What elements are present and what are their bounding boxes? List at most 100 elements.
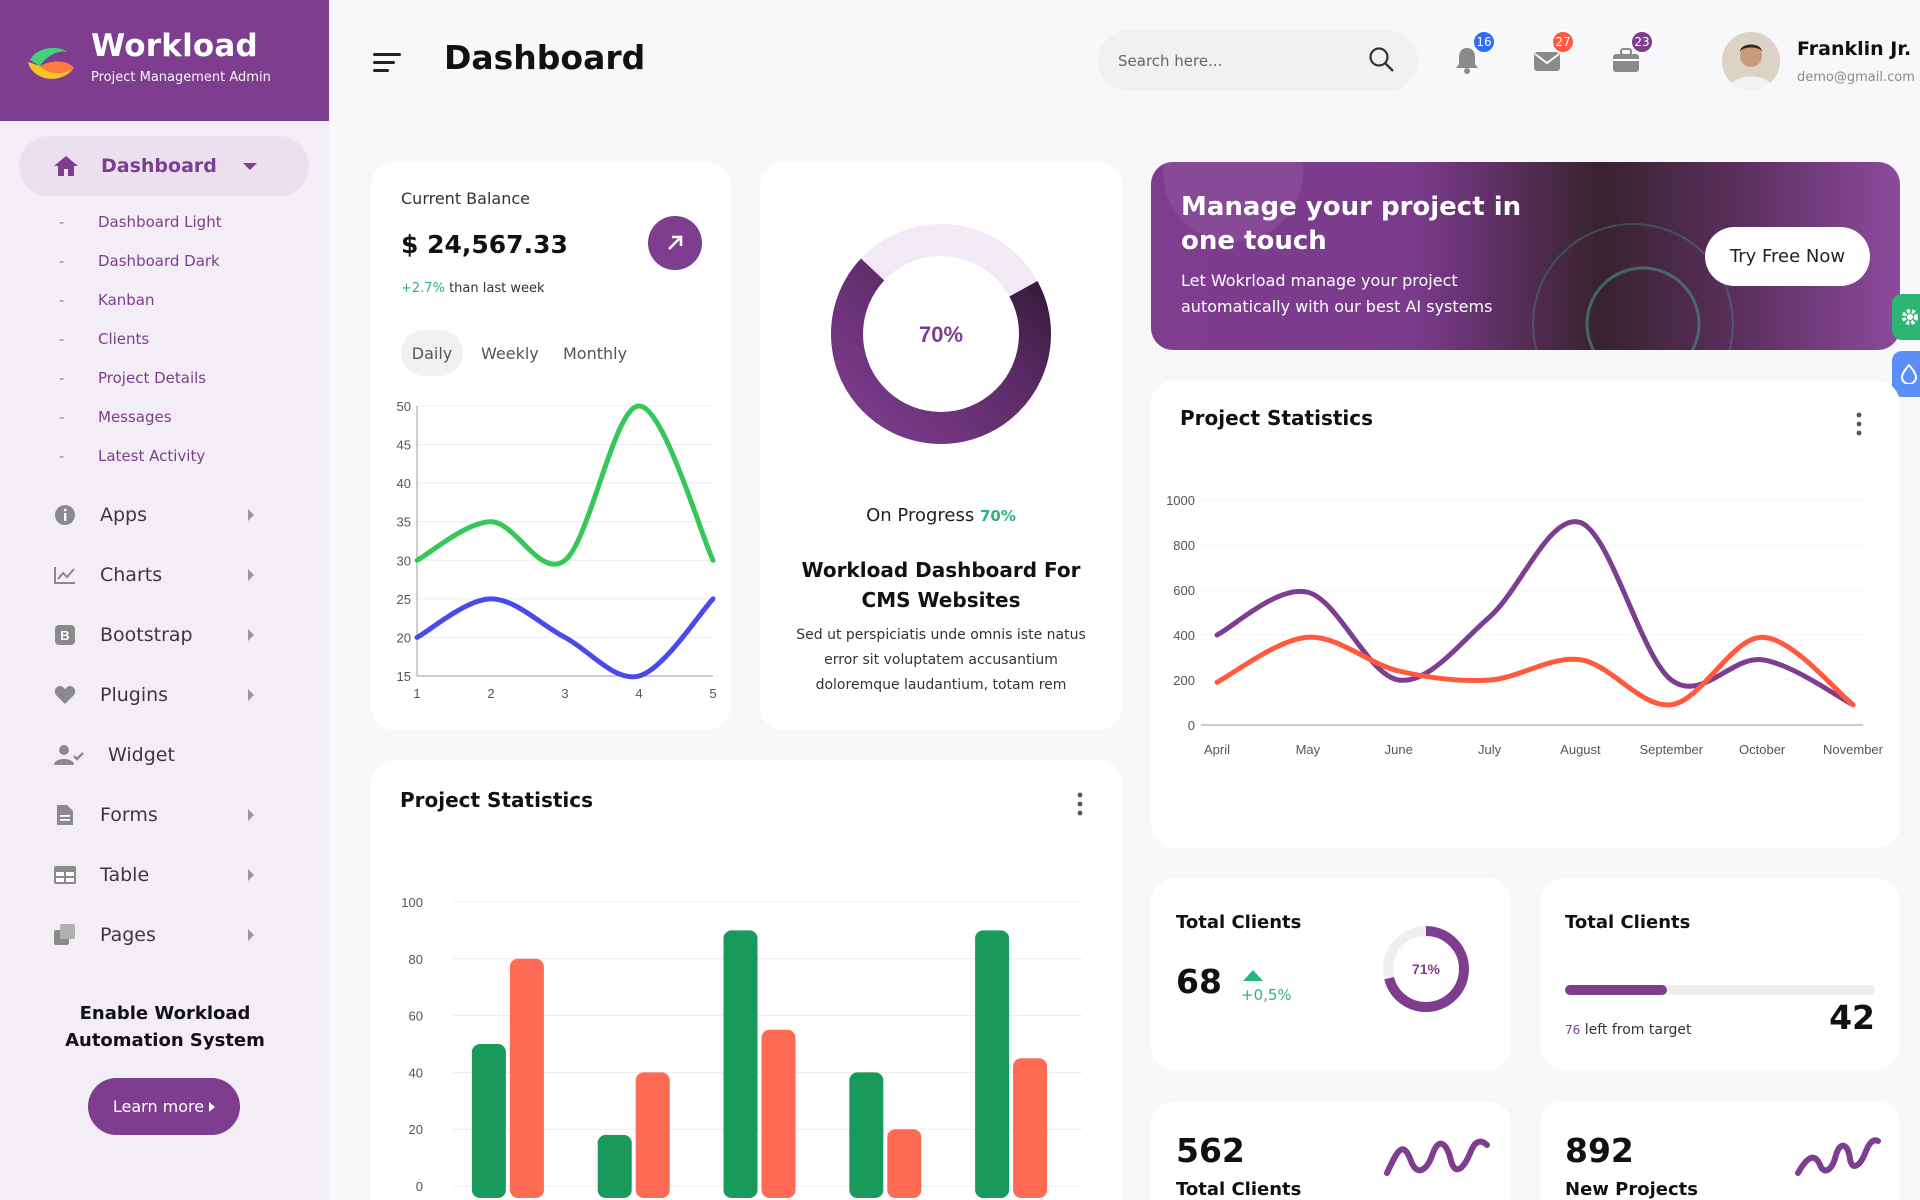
balance-card: Current Balance $ 24,567.33 +2.7% than l…	[371, 162, 731, 730]
tab-daily[interactable]: Daily	[401, 330, 463, 376]
tab-monthly[interactable]: Monthly	[551, 330, 639, 376]
card-title: Project Statistics	[1180, 406, 1374, 430]
chevron-right-icon	[248, 929, 254, 941]
brand[interactable]: Workload Project Management Admin	[0, 0, 329, 121]
chevron-right-icon	[248, 509, 254, 521]
submenu-latest-activity[interactable]: - Latest Activity	[59, 447, 205, 465]
mini-donut-label: 71%	[1412, 961, 1441, 977]
sidebar-item-widget[interactable]: Widget	[54, 735, 254, 775]
search-input[interactable]	[1118, 30, 1358, 91]
sidebar-item-pages[interactable]: Pages	[54, 915, 254, 955]
progress-title: Workload Dashboard For CMS Websites	[801, 558, 1081, 612]
card-title: Total Clients	[1176, 912, 1302, 933]
y-tick-label: 60	[409, 1009, 423, 1024]
app: Workload Project Management Admin Dashbo…	[0, 0, 1920, 1200]
clients-progress-value: 42	[1829, 998, 1875, 1037]
logo-icon	[28, 47, 74, 79]
y-tick-label: 100	[401, 895, 423, 910]
x-tick-label: 1	[413, 686, 420, 701]
bar	[887, 1129, 922, 1198]
total-value: 562	[1176, 1131, 1245, 1170]
submenu-kanban[interactable]: - Kanban	[59, 291, 155, 309]
balance-change: +2.7% than last week	[401, 281, 544, 296]
sidebar-item-bootstrap[interactable]: B Bootstrap	[54, 615, 254, 655]
submenu-clients[interactable]: - Clients	[59, 330, 149, 348]
y-tick-label: 800	[1173, 538, 1195, 553]
y-tick-label: 15	[397, 669, 411, 684]
series-line-2	[1214, 634, 1856, 708]
sidebar-item-label: Charts	[100, 564, 163, 586]
submenu-label: Dashboard Dark	[98, 252, 220, 270]
total-value: 892	[1565, 1131, 1634, 1170]
menu-icon[interactable]	[373, 52, 401, 74]
banner-description: Let Wokrload manage your project automat…	[1181, 271, 1493, 316]
progress-status-label: On Progress	[866, 505, 975, 526]
x-tick-label: 2	[487, 686, 494, 701]
sidebar-item-label: Apps	[100, 504, 148, 526]
sidebar-item-table[interactable]: Table	[54, 855, 254, 895]
x-tick-label: September	[1639, 742, 1703, 757]
copy-icon	[54, 924, 76, 946]
sidebar-item-charts[interactable]: Charts	[54, 555, 254, 595]
brand-name: Workload	[91, 28, 258, 64]
y-tick-label: 1000	[1166, 493, 1195, 508]
project-stats-bar-card: Project Statistics 100 80 60 40 20 0	[371, 760, 1122, 1200]
y-tick-label: 35	[397, 515, 411, 530]
try-free-button[interactable]: Try Free Now	[1705, 227, 1870, 286]
bar	[849, 1072, 884, 1198]
sidebar-item-forms[interactable]: Forms	[54, 795, 254, 835]
series-line-1	[414, 403, 716, 567]
y-tick-label: 20	[397, 630, 411, 645]
notifications-badge: 16	[1472, 30, 1496, 54]
more-options-icon[interactable]	[1077, 792, 1083, 816]
submenu-project-details[interactable]: - Project Details	[59, 369, 206, 387]
tab-weekly[interactable]: Weekly	[469, 330, 551, 376]
y-tick-label: 40	[409, 1065, 423, 1080]
project-stats-bar-chart: 100 80 60 40 20 0	[401, 895, 1082, 1198]
y-tick-label: 400	[1173, 628, 1195, 643]
chevron-right-icon	[248, 689, 254, 701]
target-remaining-number: 76	[1565, 1023, 1581, 1037]
submenu-messages[interactable]: - Messages	[59, 408, 172, 426]
learn-more-button[interactable]: Learn more	[88, 1078, 240, 1135]
drop-icon	[1901, 364, 1917, 384]
submenu-label: Kanban	[98, 291, 155, 309]
total-clients-card: 562 Total Clients	[1151, 1101, 1511, 1200]
sparkline	[1795, 1137, 1881, 1176]
submenu-label: Latest Activity	[98, 447, 206, 465]
banner-title: Manage your project in one touch	[1181, 192, 1522, 256]
sidebar-item-label: Forms	[100, 804, 158, 826]
user-name: Franklin Jr.	[1797, 38, 1912, 60]
gear-icon	[1902, 309, 1918, 325]
bar	[635, 1072, 670, 1198]
submenu-dashboard-dark[interactable]: - Dashboard Dark	[59, 252, 220, 270]
settings-tab[interactable]	[1892, 294, 1920, 340]
nav-dashboard[interactable]: Dashboard	[19, 136, 309, 196]
series-line-1	[1214, 519, 1856, 708]
x-tick-label: 4	[635, 686, 642, 701]
sidebar-item-apps[interactable]: Apps	[54, 495, 254, 535]
more-options-icon[interactable]	[1856, 412, 1862, 436]
table-icon	[54, 864, 76, 886]
search-icon[interactable]	[1368, 46, 1396, 74]
submenu-dashboard-light[interactable]: - Dashboard Light	[59, 213, 222, 231]
y-tick-label: 25	[397, 592, 411, 607]
expand-button[interactable]	[648, 216, 702, 270]
home-icon	[54, 156, 78, 176]
balance-value: $ 24,567.33	[401, 230, 568, 259]
target-remaining-text: left from target	[1584, 1022, 1692, 1038]
sidebar-item-label: Pages	[100, 924, 156, 946]
x-tick-label: October	[1739, 742, 1786, 757]
y-tick-label: 0	[416, 1179, 423, 1194]
avatar[interactable]	[1722, 32, 1780, 90]
sidebar-item-plugins[interactable]: Plugins	[54, 675, 254, 715]
bar	[975, 930, 1010, 1198]
y-tick-label: 50	[397, 399, 411, 414]
target-progress-fill	[1565, 985, 1668, 995]
sidebar-item-label: Table	[100, 864, 150, 886]
project-stats-line-chart: 1000 800 600 400 200 0 April May June July August S…	[1166, 493, 1884, 757]
x-tick-label: 3	[561, 686, 568, 701]
donut-center-label: 70%	[919, 322, 963, 347]
y-tick-label: 40	[397, 476, 411, 491]
search-box[interactable]	[1098, 30, 1418, 91]
